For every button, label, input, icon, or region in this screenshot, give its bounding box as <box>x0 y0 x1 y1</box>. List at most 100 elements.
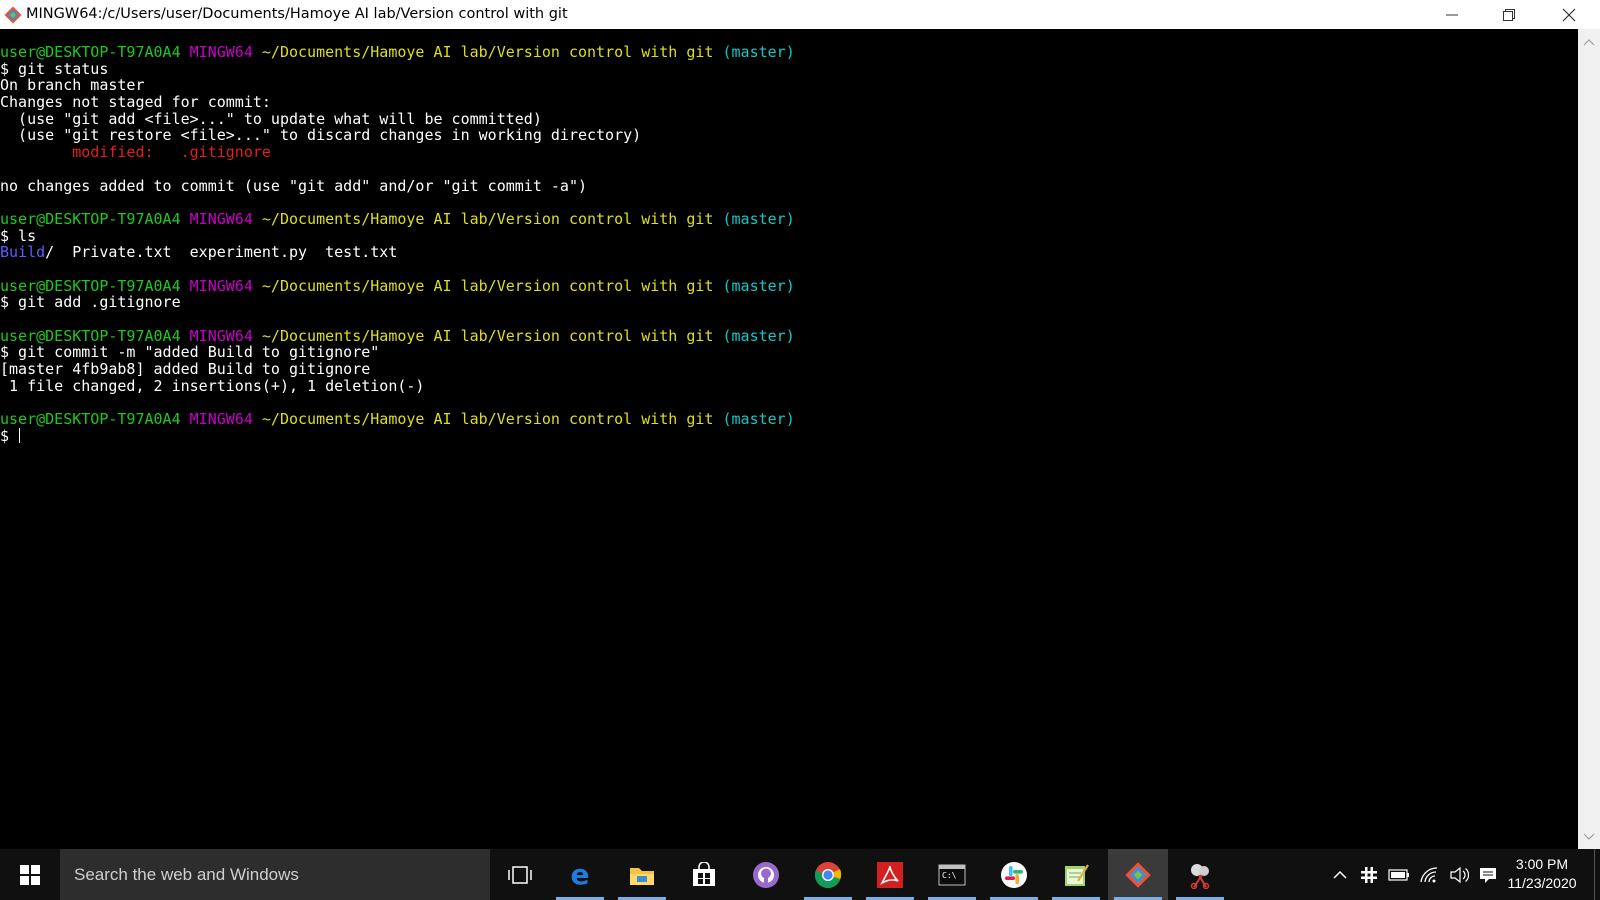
github-desktop-icon <box>753 861 779 888</box>
svg-text:C:\: C:\ <box>942 871 957 880</box>
terminal-line: Build/ Private.txt experiment.py test.tx… <box>0 244 795 261</box>
restore-button[interactable] <box>1481 0 1537 29</box>
minimize-icon <box>1446 14 1458 15</box>
terminal-text: MINGW64 <box>189 326 253 345</box>
taskbar-snipping-tool[interactable] <box>1170 849 1230 900</box>
terminal-text: user@DESKTOP-T97A0A4 <box>0 43 181 61</box>
terminal-line: $ <box>0 427 795 445</box>
terminal-text: (master) <box>722 276 795 295</box>
terminal-text: (use "git restore <file>..." to discard … <box>0 126 642 145</box>
terminal-line: no changes added to commit (use "git add… <box>0 177 795 195</box>
terminal-line: 1 file changed, 2 insertions(+), 1 delet… <box>0 376 795 395</box>
show-hidden-icons-button[interactable] <box>1328 849 1352 900</box>
terminal-text: (master) <box>722 43 795 61</box>
terminal-text: Build <box>0 243 46 262</box>
cmd-icon: C:\ <box>938 864 966 885</box>
taskbar-store[interactable] <box>674 849 734 900</box>
svg-text:e: e <box>571 861 590 889</box>
taskbar-slack[interactable] <box>984 849 1044 900</box>
task-view-icon <box>508 865 532 884</box>
speaker-icon <box>1450 866 1469 883</box>
git-bash-app-icon[interactable] <box>4 6 22 24</box>
terminal-line: user@DESKTOP-T97A0A4 MINGW64 ~/Documents… <box>0 411 795 428</box>
terminal-text: user@DESKTOP-T97A0A4 <box>0 326 181 345</box>
terminal-text: ~/Documents/Hamoye AI lab/Version contro… <box>261 410 714 429</box>
restore-icon <box>1503 8 1515 21</box>
terminal-text: MINGW64 <box>189 43 253 61</box>
terminal-line: $ git status <box>0 60 795 78</box>
terminal-text: modified: .gitignore <box>72 143 271 162</box>
terminal-area[interactable]: user@DESKTOP-T97A0A4 MINGW64 ~/Documents… <box>0 29 1578 849</box>
terminal-text: 1 file changed, 2 insertions(+), 1 delet… <box>0 376 425 395</box>
terminal-text: (master) <box>722 410 795 429</box>
tray-app-button[interactable] <box>1356 849 1382 900</box>
slack-icon <box>1001 861 1027 888</box>
terminal-line: user@DESKTOP-T97A0A4 MINGW64 ~/Documents… <box>0 211 795 228</box>
taskbar-git-bash[interactable] <box>1108 849 1168 900</box>
terminal-text: MINGW64 <box>189 276 253 295</box>
taskbar-task-view[interactable] <box>490 849 550 900</box>
terminal-text: user@DESKTOP-T97A0A4 <box>0 209 181 228</box>
terminal-text: MINGW64 <box>189 410 253 429</box>
taskbar-command-prompt[interactable]: C:\ <box>922 849 982 900</box>
taskbar-clock[interactable]: 3:00 PM 11/23/2020 <box>1496 855 1588 893</box>
scroll-up-button[interactable] <box>1578 33 1600 50</box>
taskbar-chrome[interactable] <box>798 849 858 900</box>
taskbar-notepad[interactable] <box>1046 849 1106 900</box>
taskbar-file-explorer[interactable] <box>612 849 672 900</box>
battery-button[interactable] <box>1386 849 1412 900</box>
notification-icon <box>1480 867 1496 883</box>
terminal-output: user@DESKTOP-T97A0A4 MINGW64 ~/Documents… <box>0 44 795 445</box>
terminal-text: $ git add .gitignore <box>0 293 181 312</box>
terminal-text: user@DESKTOP-T97A0A4 <box>0 410 181 429</box>
terminal-text: ~/Documents/Hamoye AI lab/Version contro… <box>261 326 714 345</box>
chevron-down-icon <box>1583 833 1595 840</box>
terminal-line: [master 4fb9ab8] added Build to gitignor… <box>0 361 795 378</box>
terminal-text: MINGW64 <box>189 209 253 228</box>
terminal-text: $ git commit -m "added Build to gitignor… <box>0 343 380 362</box>
terminal-line: (use "git restore <file>..." to discard … <box>0 127 795 144</box>
battery-icon <box>1388 868 1409 881</box>
search-placeholder: Search the web and Windows <box>74 864 299 884</box>
network-button[interactable] <box>1416 849 1442 900</box>
taskbar: Search the web and Windows e C:\ 3:00 PM… <box>0 849 1600 900</box>
taskbar-github-desktop[interactable] <box>736 849 796 900</box>
terminal-text: $ ls <box>0 226 37 245</box>
terminal-line: $ ls <box>0 226 795 245</box>
terminal-text: ~/Documents/Hamoye AI lab/Version contro… <box>261 276 714 295</box>
vertical-scrollbar[interactable] <box>1578 29 1600 849</box>
terminal-text: (use "git add <file>..." to update what … <box>0 109 542 128</box>
clock-time: 3:00 PM <box>1515 856 1569 872</box>
git-bash-icon <box>1125 861 1151 888</box>
terminal-text: On branch master <box>0 76 145 95</box>
taskbar-acrobat[interactable] <box>860 849 920 900</box>
taskbar-search-box[interactable]: Search the web and Windows <box>60 849 490 900</box>
notepad-icon <box>1065 863 1089 886</box>
start-button[interactable] <box>0 849 60 900</box>
close-icon <box>1562 8 1576 21</box>
taskbar-edge[interactable]: e <box>550 849 610 900</box>
minimize-button[interactable] <box>1424 0 1480 29</box>
chevron-up-icon <box>1583 38 1595 45</box>
terminal-text: / Private.txt experiment.py test.txt <box>45 243 398 262</box>
show-desktop-button[interactable] <box>1594 849 1600 900</box>
scroll-down-button[interactable] <box>1578 828 1600 845</box>
terminal-line: $ git commit -m "added Build to gitignor… <box>0 344 795 361</box>
terminal-line: modified: .gitignore <box>0 144 795 161</box>
close-button[interactable] <box>1541 0 1597 29</box>
window-title: MINGW64:/c/Users/user/Documents/Hamoye A… <box>26 6 568 22</box>
terminal-line: user@DESKTOP-T97A0A4 MINGW64 ~/Documents… <box>0 276 795 295</box>
title-bar: MINGW64:/c/Users/user/Documents/Hamoye A… <box>0 0 1600 30</box>
snipping-tool-icon <box>1190 863 1210 889</box>
volume-button[interactable] <box>1446 849 1472 900</box>
